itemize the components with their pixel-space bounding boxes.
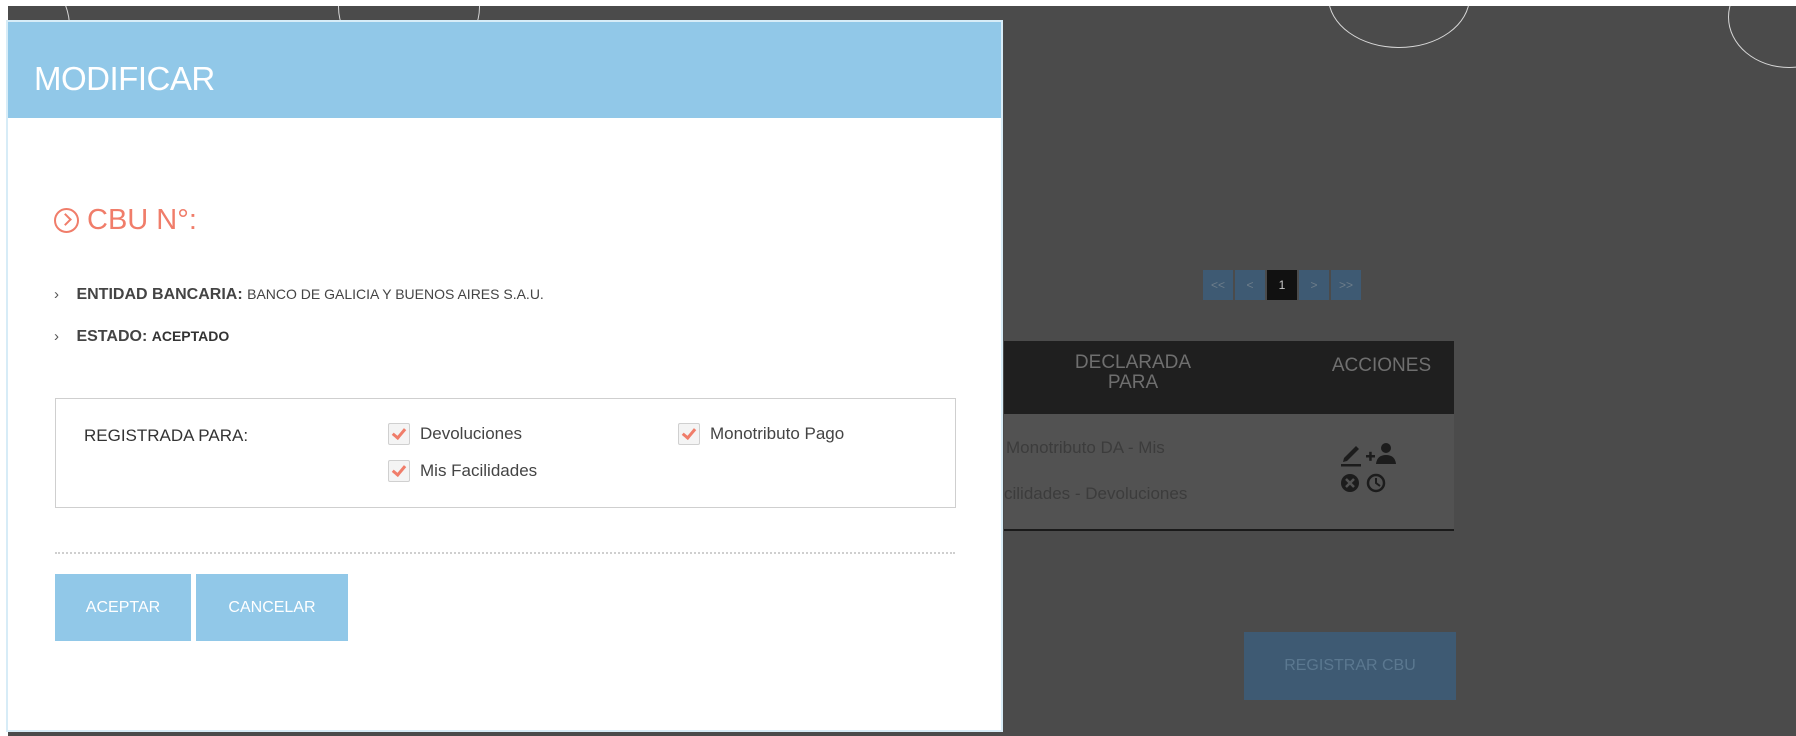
edit-icon[interactable] [1341, 446, 1361, 467]
pagination: << < 1 > >> [1203, 270, 1361, 300]
circle-chevron-icon [54, 208, 79, 233]
pager-next-button[interactable]: > [1299, 270, 1329, 300]
delete-icon[interactable] [1341, 474, 1359, 492]
entidad-value: BANCO DE GALICIA Y BUENOS AIRES S.A.U. [247, 286, 544, 302]
pager-last-button[interactable]: >> [1331, 270, 1361, 300]
registrada-label: REGISTRADA PARA: [84, 426, 249, 445]
registrada-panel: REGISTRADA PARA: Devoluciones Monotribut… [55, 398, 956, 508]
dialog-title: MODIFICAR [34, 60, 215, 97]
checkbox-label: Devoluciones [420, 424, 523, 443]
add-user-icon[interactable] [1366, 443, 1396, 464]
checkbox-mis-facilidades[interactable]: Mis Facilidades [388, 460, 537, 482]
declarada-cell-line2: cilidades - Devoluciones [1004, 484, 1188, 503]
declarada-cell-line1: Monotributo DA - Mis [1006, 438, 1165, 457]
modify-dialog: MODIFICAR CBU N°: › ENTIDAD BANCARIA: BA… [8, 22, 1001, 730]
checkbox-monotributo-pago[interactable]: Monotributo Pago [678, 423, 844, 445]
cancel-button[interactable]: CANCELAR [196, 574, 348, 641]
checkbox-label: Monotributo Pago [710, 424, 845, 443]
column-header-declarada: DECLARADA PARA [1074, 352, 1192, 393]
checkbox-icon[interactable] [388, 460, 410, 482]
accept-button[interactable]: ACEPTAR [55, 574, 191, 641]
register-cbu-button[interactable]: REGISTRAR CBU [1244, 632, 1456, 700]
pager-prev-button[interactable]: < [1235, 270, 1265, 300]
estado-value: ACEPTADO [151, 328, 230, 344]
history-clock-icon[interactable] [1366, 473, 1386, 493]
chevron-right-icon: › [54, 286, 59, 303]
dotted-divider [55, 552, 955, 554]
estado-row: › ESTADO: ACEPTADO [54, 328, 229, 346]
table-row: Monotributo DA - Mis cilidades - Devoluc… [1004, 414, 1454, 531]
row-actions [1338, 436, 1398, 506]
cbu-label: CBU N°: [87, 204, 197, 236]
cbu-heading: CBU N°: [54, 204, 197, 237]
entidad-row: › ENTIDAD BANCARIA: BANCO DE GALICIA Y B… [54, 286, 544, 304]
table-header: DECLARADA PARA ACCIONES [1004, 341, 1454, 414]
pager-first-button[interactable]: << [1203, 270, 1233, 300]
dialog-header: MODIFICAR [8, 22, 1001, 118]
checkbox-label: Mis Facilidades [420, 461, 538, 480]
checkbox-icon[interactable] [388, 423, 410, 445]
checkbox-icon[interactable] [678, 423, 700, 445]
chevron-right-icon: › [54, 328, 59, 345]
estado-label: ESTADO: [76, 328, 148, 345]
pager-page-button[interactable]: 1 [1267, 270, 1297, 300]
entidad-label: ENTIDAD BANCARIA: [76, 286, 243, 303]
checkbox-devoluciones[interactable]: Devoluciones [388, 423, 522, 445]
column-header-acciones: ACCIONES [1331, 355, 1432, 376]
